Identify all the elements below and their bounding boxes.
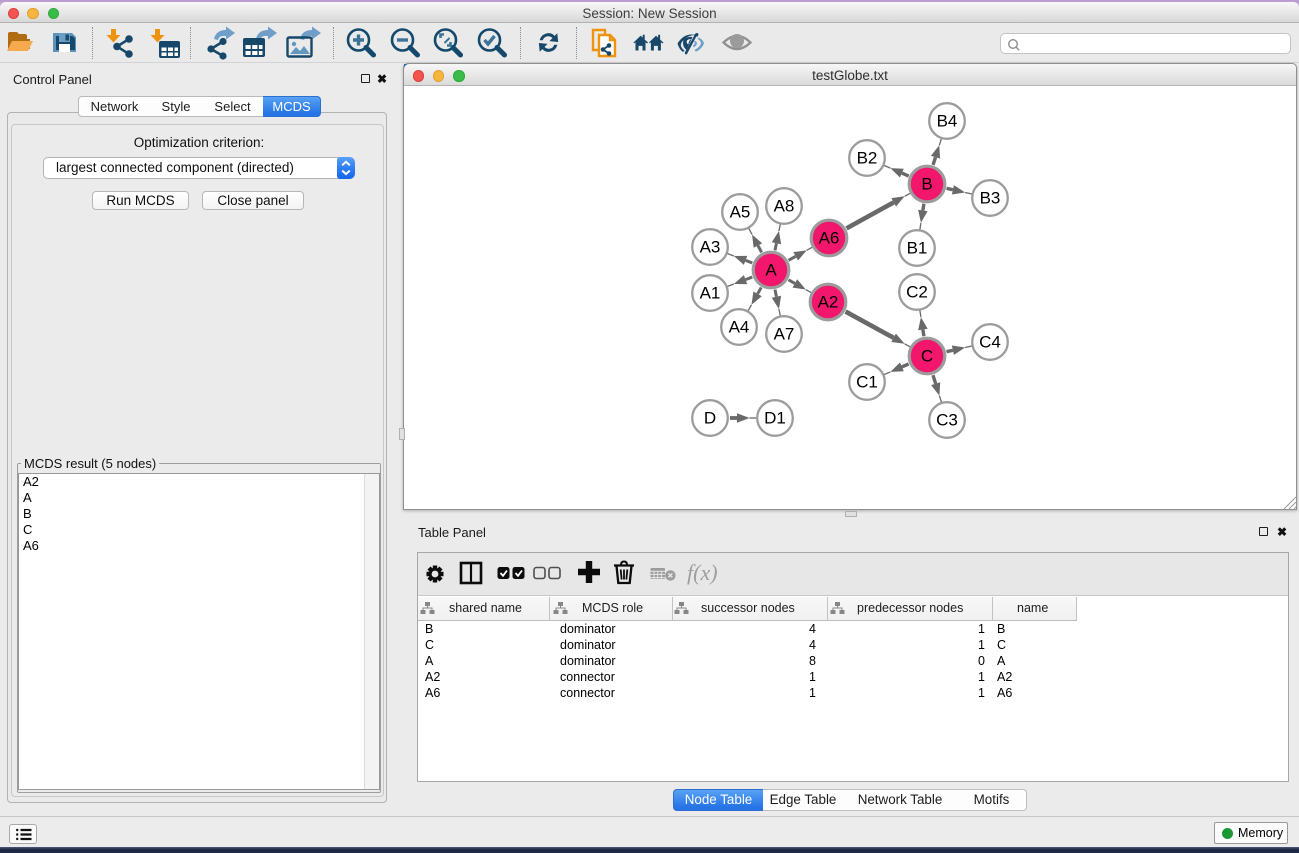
svg-text:A2: A2 <box>818 293 839 312</box>
svg-text:A3: A3 <box>700 238 721 257</box>
svg-text:D: D <box>704 409 716 428</box>
svg-text:A: A <box>765 261 777 280</box>
svg-text:B: B <box>921 175 932 194</box>
svg-text:A8: A8 <box>774 197 795 216</box>
svg-text:C3: C3 <box>936 411 958 430</box>
svg-text:B3: B3 <box>980 189 1001 208</box>
svg-text:C1: C1 <box>856 373 878 392</box>
svg-text:A5: A5 <box>730 203 751 222</box>
svg-text:A7: A7 <box>774 325 795 344</box>
svg-text:B2: B2 <box>857 149 878 168</box>
svg-text:D1: D1 <box>764 409 786 428</box>
svg-text:B1: B1 <box>907 239 928 258</box>
svg-text:C: C <box>921 347 933 366</box>
svg-text:B4: B4 <box>937 112 958 131</box>
svg-text:A4: A4 <box>729 318 750 337</box>
svg-text:C4: C4 <box>979 333 1001 352</box>
svg-text:A1: A1 <box>700 284 721 303</box>
svg-text:C2: C2 <box>906 283 928 302</box>
svg-text:A6: A6 <box>819 229 840 248</box>
